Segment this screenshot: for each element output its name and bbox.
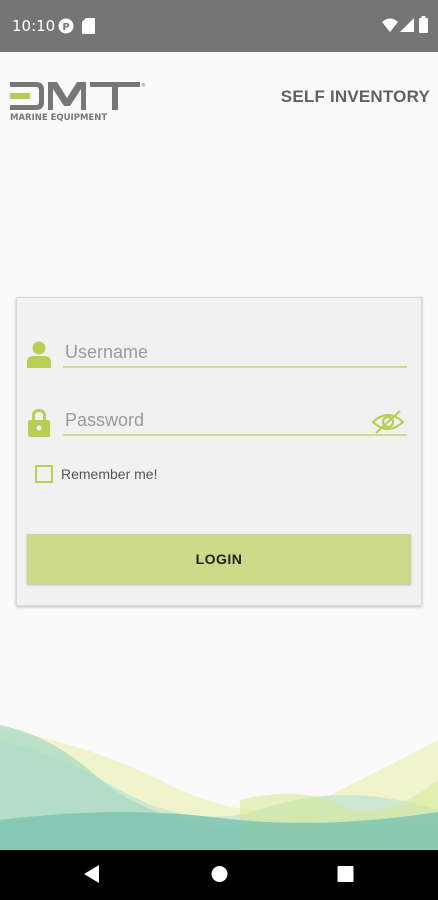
navigation-bar: [0, 850, 438, 900]
password-input[interactable]: [63, 406, 407, 436]
eye-off-icon[interactable]: [371, 410, 405, 434]
dmt-logo: ® MARINE EQUIPMENT: [10, 80, 150, 124]
remember-me[interactable]: Remember me!: [35, 463, 157, 485]
lock-icon: [27, 408, 51, 438]
sd-card-icon: [82, 18, 95, 39]
signal-icon: [400, 18, 414, 37]
username-field: [27, 338, 407, 378]
remember-checkbox[interactable]: [35, 465, 53, 483]
decorative-waves: [0, 700, 438, 850]
back-icon[interactable]: [84, 865, 100, 888]
wifi-icon: [382, 18, 398, 37]
login-button[interactable]: LOGIN: [27, 534, 411, 584]
status-bar: 10:10 P: [0, 0, 438, 52]
recents-icon[interactable]: [337, 865, 354, 888]
remember-label: Remember me!: [61, 466, 158, 482]
notification-p-icon: P: [58, 18, 74, 39]
home-icon[interactable]: [211, 865, 228, 888]
logo-subtext: MARINE EQUIPMENT: [10, 113, 107, 123]
user-icon: [27, 340, 51, 370]
status-time: 10:10: [12, 17, 56, 35]
username-input[interactable]: [63, 338, 407, 368]
svg-text:P: P: [62, 22, 69, 33]
app-title: SELF INVENTORY: [280, 87, 430, 106]
battery-icon: [419, 16, 428, 38]
password-field: [27, 406, 407, 446]
login-card: Remember me! LOGIN: [16, 297, 422, 606]
svg-text:®: ®: [141, 82, 146, 89]
